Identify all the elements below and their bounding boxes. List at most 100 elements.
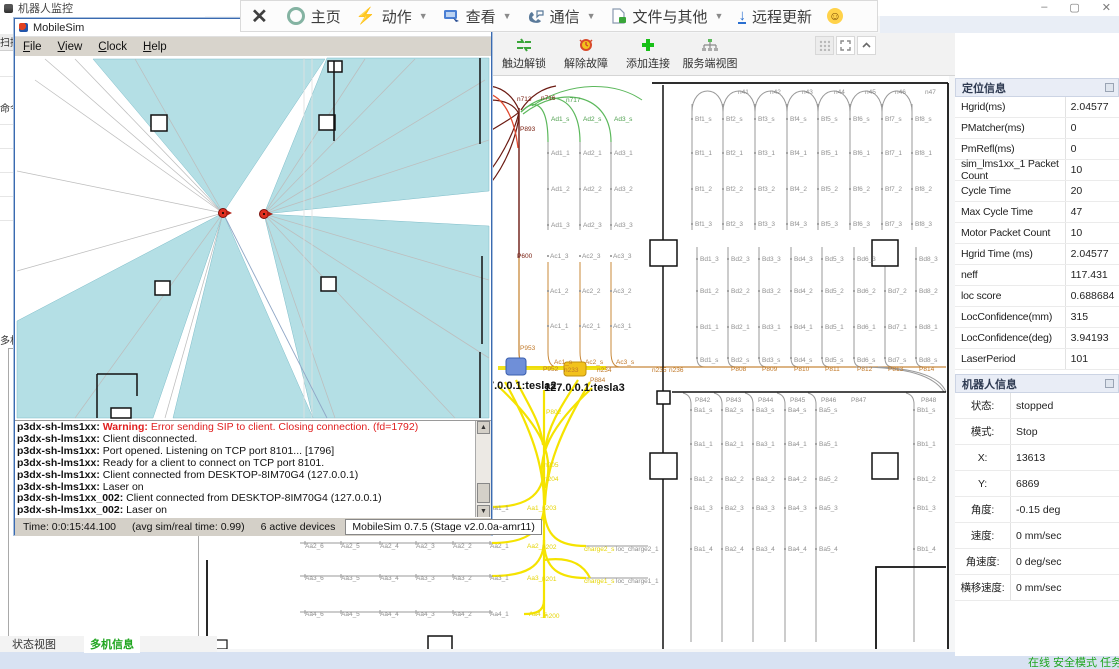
map-node-label: Bf6_2 [853,186,870,193]
map-node-label: P843 [726,397,742,404]
map-node-label: Ac3_1 [613,323,632,330]
log-scrollbar[interactable]: ▲ ▼ [475,421,491,518]
minimize-button[interactable]: – [1041,1,1047,14]
sim-robot-1[interactable] [219,209,233,218]
pin-icon[interactable] [1105,379,1114,388]
table-row: LaserPeriod101 [955,349,1119,370]
map-node-label: Bf7_1 [885,150,902,157]
mobilesim-canvas[interactable] [15,56,491,420]
map-node-label: Ac1_1 [550,323,569,330]
map-node-label: n200 [545,613,560,620]
connection-status-text: 在线 安全模式 任务状态 [1028,654,1119,669]
map-node-label: n717 [566,97,581,104]
table-row: 模式:Stop [955,419,1119,445]
table-row: PmRefl(ms)0 [955,139,1119,160]
map-node-label: charge1_s [584,578,615,585]
map-node-label: Ba4_s [788,407,807,414]
map-node-label: Bd3_1 [762,324,781,331]
map-node-label: Bd3_3 [762,256,781,263]
bumper-unlock-button[interactable]: 触边解锁 [493,37,555,71]
map-node-label: Aa4_6 [305,611,324,618]
map-node-label: Bf2_3 [726,221,743,228]
menu-file[interactable]: File [15,41,50,53]
scan-column-header: 扫描 [0,34,14,51]
map-node-label: P842 [695,397,711,404]
sim-version: MobileSim 0.7.5 (Stage v2.0.0a-amr11) [345,519,541,535]
app-icon [4,4,13,13]
map-node-label: Ba2_1 [725,441,744,448]
map-node-label: n233 [564,367,579,374]
map-node-label: Bb1_2 [917,476,936,483]
map-node-label: Bf2_1 [726,150,743,157]
grid-toggle-icon[interactable] [815,36,834,55]
clear-fault-button[interactable]: 解除故障 [555,37,617,71]
map-node-label: Ba3_4 [756,546,775,553]
menu-clock[interactable]: Clock [90,41,135,53]
map-node-label: Bd6_s [857,357,876,364]
map-node-label: Aa4_4 [380,611,399,618]
top-band [880,16,1119,33]
map-node-label: Ba5_1 [819,441,838,448]
close-button[interactable]: ✕ [1102,1,1111,14]
tab-status-view[interactable]: 状态视图 [12,636,56,652]
map-node-label: Aa4_1 [490,611,509,618]
map-node-label: Bd3_s [762,357,781,364]
map-node-label: Bb1_1 [917,441,936,448]
menu-view[interactable]: View [50,41,91,53]
table-row: Y:6869 [955,471,1119,497]
map-node-label: Ac1_s [554,359,573,366]
map-node-label: Bf1_s [695,116,712,123]
home-button[interactable]: 主页 [287,6,341,27]
menu-help[interactable]: Help [135,41,175,53]
map-node-label: loc_charge1_1 [616,578,659,585]
map-node-label: n46 [895,89,906,96]
tab-multi-robot-info[interactable]: 多机信息 [84,635,140,653]
map-node-label: P812 [857,366,873,373]
fit-view-icon[interactable] [836,36,855,55]
map-node-label: Bd4_s [794,357,813,364]
map-node-label: Aa3_2 [453,575,472,582]
table-row: Max Cycle Time47 [955,202,1119,223]
table-row: 状态:stopped [955,393,1119,419]
table-row: loc score0.688684 [955,286,1119,307]
toolbar-close-icon[interactable]: ✕ [251,4,268,29]
map-node-label: Ba5_2 [819,476,838,483]
maximize-button[interactable]: ▢ [1069,1,1079,14]
robot-marker-tesla2[interactable] [506,358,526,375]
map-node-label: Aa3_3 [416,575,435,582]
actions-menu-button[interactable]: ⚡ 动作▼ [356,6,428,27]
table-row: sim_lms1xx_1 Packet Count10 [955,160,1119,181]
localization-panel-header: 定位信息 [955,78,1119,97]
communication-menu-button[interactable]: 通信▼ [527,6,596,27]
bumper-unlock-icon [515,37,533,53]
map-node-label: Ba1_4 [694,546,713,553]
map-node-label: Bd2_1 [731,324,750,331]
map-node-label: Ad2_2 [583,186,602,193]
table-row: 速度:0 mm/sec [955,523,1119,549]
table-row: LocConfidence(deg)3.94193 [955,328,1119,349]
map-node-label: n236 [669,367,684,374]
table-row: PMatcher(ms)0 [955,118,1119,139]
files-menu-button[interactable]: 文件与其他▼ [611,6,724,27]
table-row: Hgrid Time (ms)2.04577 [955,244,1119,265]
scrollbar-thumb[interactable] [477,483,490,503]
pin-icon[interactable] [1105,83,1114,92]
map-node-label: n43 [802,89,813,96]
server-view-button[interactable]: 服务端视图 [679,37,741,71]
map-node-label: Bd4_1 [794,324,813,331]
remote-update-button[interactable]: ↓ 远程更新 [738,6,812,27]
map-node-label: Bd8_3 [919,256,938,263]
map-node-label: P810 [794,366,810,373]
mobilesim-window[interactable]: MobileSim FileViewClockHelp [14,18,492,535]
table-row: LocConfidence(mm)315 [955,307,1119,328]
mobilesim-log[interactable]: p3dx-sh-lms1xx: Warning: Error sending S… [15,420,491,518]
map-node-label: charge2_s [584,546,615,553]
map-node-label: Ad3_2 [614,186,633,193]
scroll-up-icon[interactable]: ▲ [477,421,490,434]
view-menu-button[interactable]: 查看▼ [443,6,512,27]
map-node-label: Bf3_2 [758,186,775,193]
add-connection-button[interactable]: 添加连接 [617,37,679,71]
map-node-label: P847 [851,397,867,404]
collapse-panel-icon[interactable] [857,36,876,55]
map-node-label: Bf1_3 [695,221,712,228]
